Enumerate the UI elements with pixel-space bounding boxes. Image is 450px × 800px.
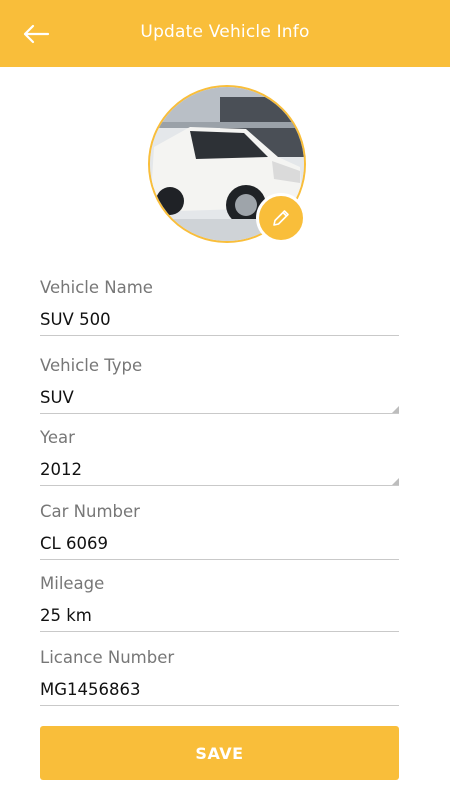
field-label: Vehicle Name <box>40 278 153 297</box>
field-value[interactable]: SUV <box>40 388 74 407</box>
app-header: Update Vehicle Info <box>0 0 450 67</box>
field-underline <box>40 631 399 632</box>
field-label: Licance Number <box>40 648 175 667</box>
field-value[interactable]: SUV 500 <box>40 310 111 329</box>
vehicle-photo-section <box>148 85 306 243</box>
field-underline <box>40 705 399 706</box>
field-value[interactable]: 25 km <box>40 606 92 625</box>
field-underline <box>40 335 399 336</box>
field-underline <box>40 559 399 560</box>
field-label: Vehicle Type <box>40 356 143 375</box>
page-title: Update Vehicle Info <box>140 22 310 42</box>
field-label: Mileage <box>40 574 105 593</box>
field-value[interactable]: 2012 <box>40 460 82 479</box>
field-value[interactable]: CL 6069 <box>40 534 108 553</box>
save-button[interactable]: SAVE <box>40 726 399 780</box>
update-vehicle-screen: Update Vehicle Info Vehicle Name SUV 500… <box>0 0 450 800</box>
field-label: Year <box>40 428 75 447</box>
field-underline <box>40 485 399 486</box>
field-underline <box>40 413 399 414</box>
field-label: Car Number <box>40 502 140 521</box>
pencil-icon <box>273 210 289 226</box>
field-value[interactable]: MG1456863 <box>40 680 141 699</box>
edit-photo-button[interactable] <box>256 193 306 243</box>
